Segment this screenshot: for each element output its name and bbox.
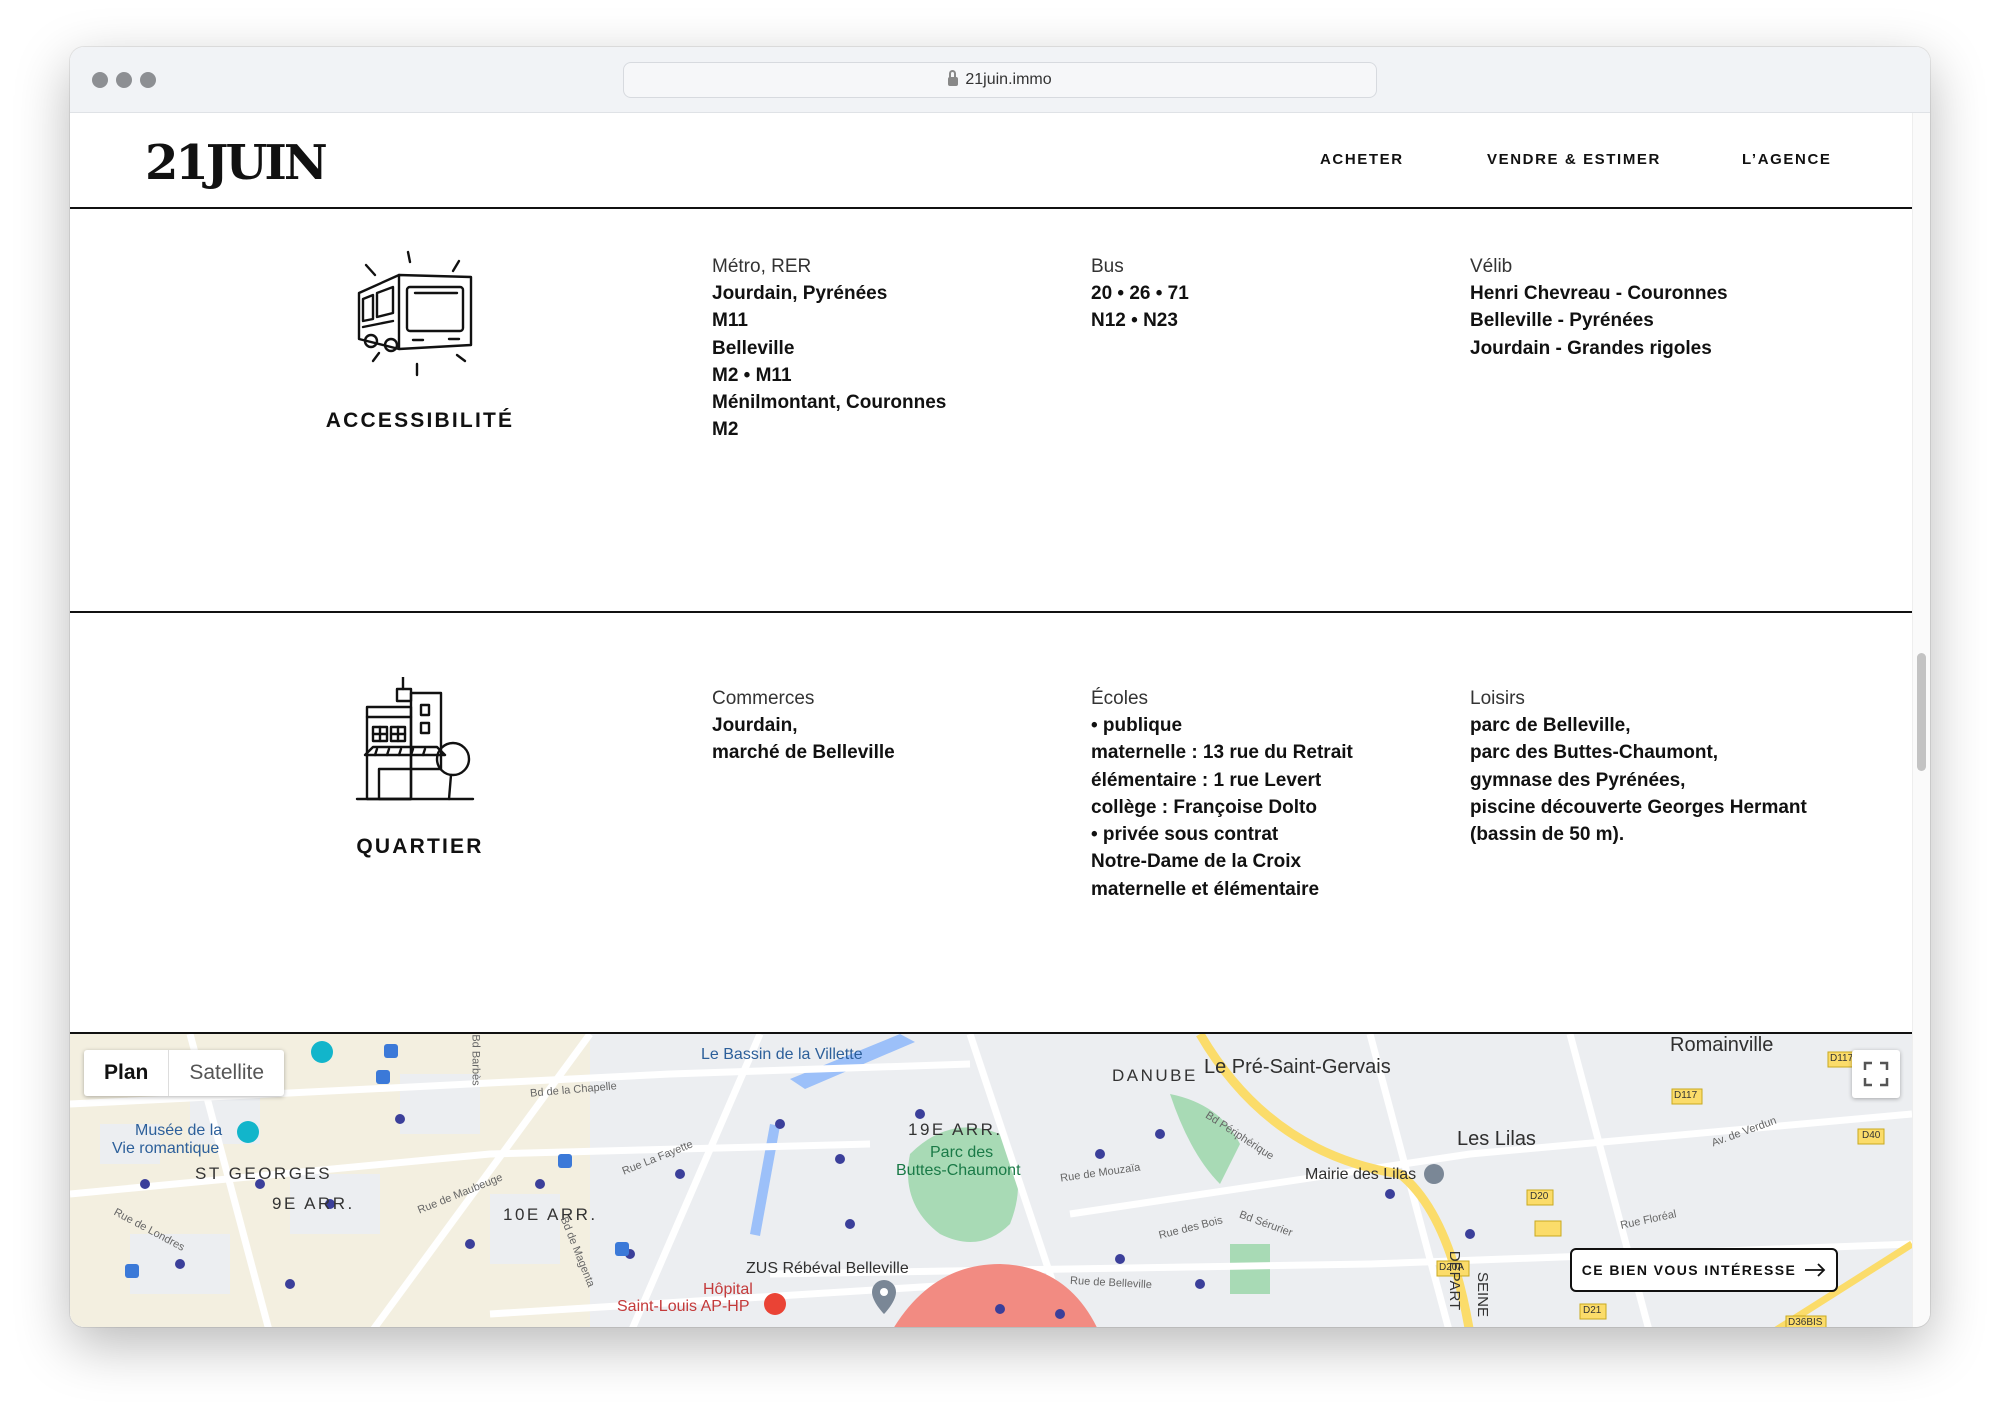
nav-agency[interactable]: L’AGENCE — [1742, 151, 1831, 168]
web-page: 21JUIN ACHETER VENDRE & ESTIMER L’AGENCE — [70, 113, 1912, 1327]
page-scrollbar[interactable] — [1912, 113, 1930, 1327]
schools-line: collège : Françoise Dolto — [1091, 796, 1317, 818]
nav-buy[interactable]: ACHETER — [1320, 151, 1404, 168]
leisure-label: Loisirs — [1470, 688, 1525, 709]
nav-sell-estimate[interactable]: VENDRE & ESTIMER — [1487, 151, 1661, 168]
fullscreen-icon — [1863, 1061, 1889, 1087]
velib-station: Jourdain - Grandes rigoles — [1470, 337, 1712, 359]
map-label: Mairie des Lilas — [1305, 1166, 1417, 1183]
schools-label: Écoles — [1091, 688, 1149, 709]
leisure-line: parc de Belleville, — [1470, 715, 1631, 736]
velib-station: Belleville - Pyrénées — [1470, 310, 1654, 332]
schools-line: élémentaire : 1 rue Levert — [1091, 769, 1322, 791]
leisure-column: Loisirs parc de Belleville, parc des But… — [1470, 685, 1870, 848]
shops-label: Commerces — [712, 688, 815, 709]
map-label: Vie romantique — [112, 1140, 220, 1157]
metro-column: Métro, RER Jourdain, Pyrénées M11 Bellev… — [712, 253, 1072, 444]
bus-line: N12 • N23 — [1091, 310, 1178, 332]
map-label: Buttes-Chaumont — [896, 1162, 1021, 1179]
bus-label: Bus — [1091, 256, 1124, 277]
map-type-satellite-button[interactable]: Satellite — [169, 1050, 284, 1096]
map-label: Romainville — [1670, 1034, 1774, 1056]
zoom-window-button[interactable] — [140, 72, 156, 88]
fullscreen-button[interactable] — [1852, 1050, 1900, 1098]
building-icon — [353, 675, 483, 807]
map-label: Parc des — [930, 1144, 994, 1161]
schools-line: maternelle : 13 rue du Retrait — [1091, 742, 1353, 764]
google-map[interactable]: Le Bassin de la Villette DANUBE Le Pré-S… — [70, 1034, 1912, 1327]
map-label: 9E ARR. — [272, 1194, 355, 1213]
velib-station: Henri Chevreau - Couronnes — [1470, 283, 1728, 304]
map-type-control: Plan Satellite — [84, 1050, 285, 1096]
shops-line: marché de Belleville — [712, 742, 895, 764]
leisure-line: (bassin de 50 m). — [1470, 824, 1625, 846]
schools-line: • publique — [1091, 715, 1183, 736]
schools-column: Écoles • publique maternelle : 13 rue du… — [1091, 685, 1451, 903]
arrow-right-icon — [1805, 1263, 1826, 1277]
metro-line: M11 — [712, 310, 748, 332]
bus-column: Bus 20 • 26 • 71 N12 • N23 — [1091, 253, 1451, 335]
browser-toolbar: 21juin.immo — [70, 47, 1930, 113]
metro-line: Ménilmontant, Couronnes — [712, 392, 947, 414]
metro-line: Jourdain, Pyrénées — [712, 283, 888, 304]
schools-line: maternelle et élémentaire — [1091, 878, 1320, 900]
map-label: Le Bassin de la Villette — [701, 1046, 863, 1063]
site-header: 21JUIN ACHETER VENDRE & ESTIMER L’AGENCE — [70, 113, 1912, 209]
accessibility-title: ACCESSIBILITÉ — [325, 409, 515, 432]
map-label: ZUS Rébéval Belleville — [746, 1260, 909, 1277]
metro-line: M2 — [712, 419, 739, 441]
map-label: Hôpital — [703, 1281, 753, 1298]
leisure-line: piscine découverte Georges Hermant — [1470, 796, 1807, 818]
scrollbar-thumb[interactable] — [1917, 653, 1926, 771]
cta-label: CE BIEN VOUS INTÉRESSE — [1581, 1262, 1797, 1278]
minimize-window-button[interactable] — [116, 72, 132, 88]
metro-line: Belleville — [712, 337, 795, 359]
interest-cta-button[interactable]: CE BIEN VOUS INTÉRESSE — [1570, 1248, 1838, 1292]
road-shield: D21 — [1583, 1305, 1602, 1316]
velib-column: Vélib Henri Chevreau - Couronnes Bellevi… — [1470, 253, 1830, 362]
lock-icon — [948, 69, 959, 87]
velib-label: Vélib — [1470, 256, 1513, 277]
leisure-line: parc des Buttes-Chaumont, — [1470, 742, 1719, 764]
site-logo[interactable]: 21JUIN — [145, 135, 328, 191]
map-label: DÉPART — [1446, 1250, 1464, 1311]
map-type-plan-button[interactable]: Plan — [84, 1050, 170, 1096]
road-shield: D117 — [1674, 1090, 1698, 1101]
map-label: SEINE — [1474, 1271, 1492, 1318]
neighborhood-title: QUARTIER — [356, 835, 484, 858]
road-shield: D20 — [1530, 1191, 1549, 1202]
schools-line: • privée sous contrat — [1091, 824, 1279, 846]
browser-window: 21juin.immo 21JUIN ACHETER VENDRE & ESTI… — [70, 47, 1930, 1327]
bus-line: 20 • 26 • 71 — [1091, 283, 1189, 304]
map-label: ST GEORGES — [195, 1164, 333, 1183]
accessibility-section: ACCESSIBILITÉ Métro, RER Jourdain, Pyrén… — [70, 209, 1912, 613]
leisure-line: gymnase des Pyrénées, — [1470, 769, 1686, 791]
map-label: Musée de la — [135, 1122, 223, 1139]
map-label: 19E ARR. — [908, 1120, 1003, 1139]
neighborhood-section: QUARTIER Commerces Jourdain, marché de B… — [70, 613, 1912, 1034]
road-shield: D117 — [1830, 1053, 1854, 1064]
map-label: DANUBE — [1112, 1066, 1198, 1085]
schools-line: Notre-Dame de la Croix — [1091, 851, 1302, 873]
map-label: Bd Barbès — [469, 1034, 482, 1086]
bus-icon — [353, 249, 483, 379]
shops-column: Commerces Jourdain, marché de Belleville — [712, 685, 1072, 767]
metro-label: Métro, RER — [712, 256, 812, 277]
shops-line: Jourdain, — [712, 715, 798, 736]
map-label: Les Lilas — [1457, 1128, 1536, 1150]
map-label: Saint-Louis AP-HP — [617, 1298, 750, 1315]
url-text: 21juin.immo — [965, 71, 1052, 88]
metro-line: M2 • M11 — [712, 364, 792, 386]
road-shield: D36BIS — [1788, 1317, 1823, 1327]
address-bar[interactable]: 21juin.immo — [623, 62, 1377, 98]
road-shield: D40 — [1862, 1130, 1881, 1141]
road-shield: D20A — [1439, 1262, 1465, 1273]
map-label: Le Pré-Saint-Gervais — [1204, 1056, 1391, 1078]
close-window-button[interactable] — [92, 72, 108, 88]
map-label: 10E ARR. — [503, 1205, 598, 1224]
